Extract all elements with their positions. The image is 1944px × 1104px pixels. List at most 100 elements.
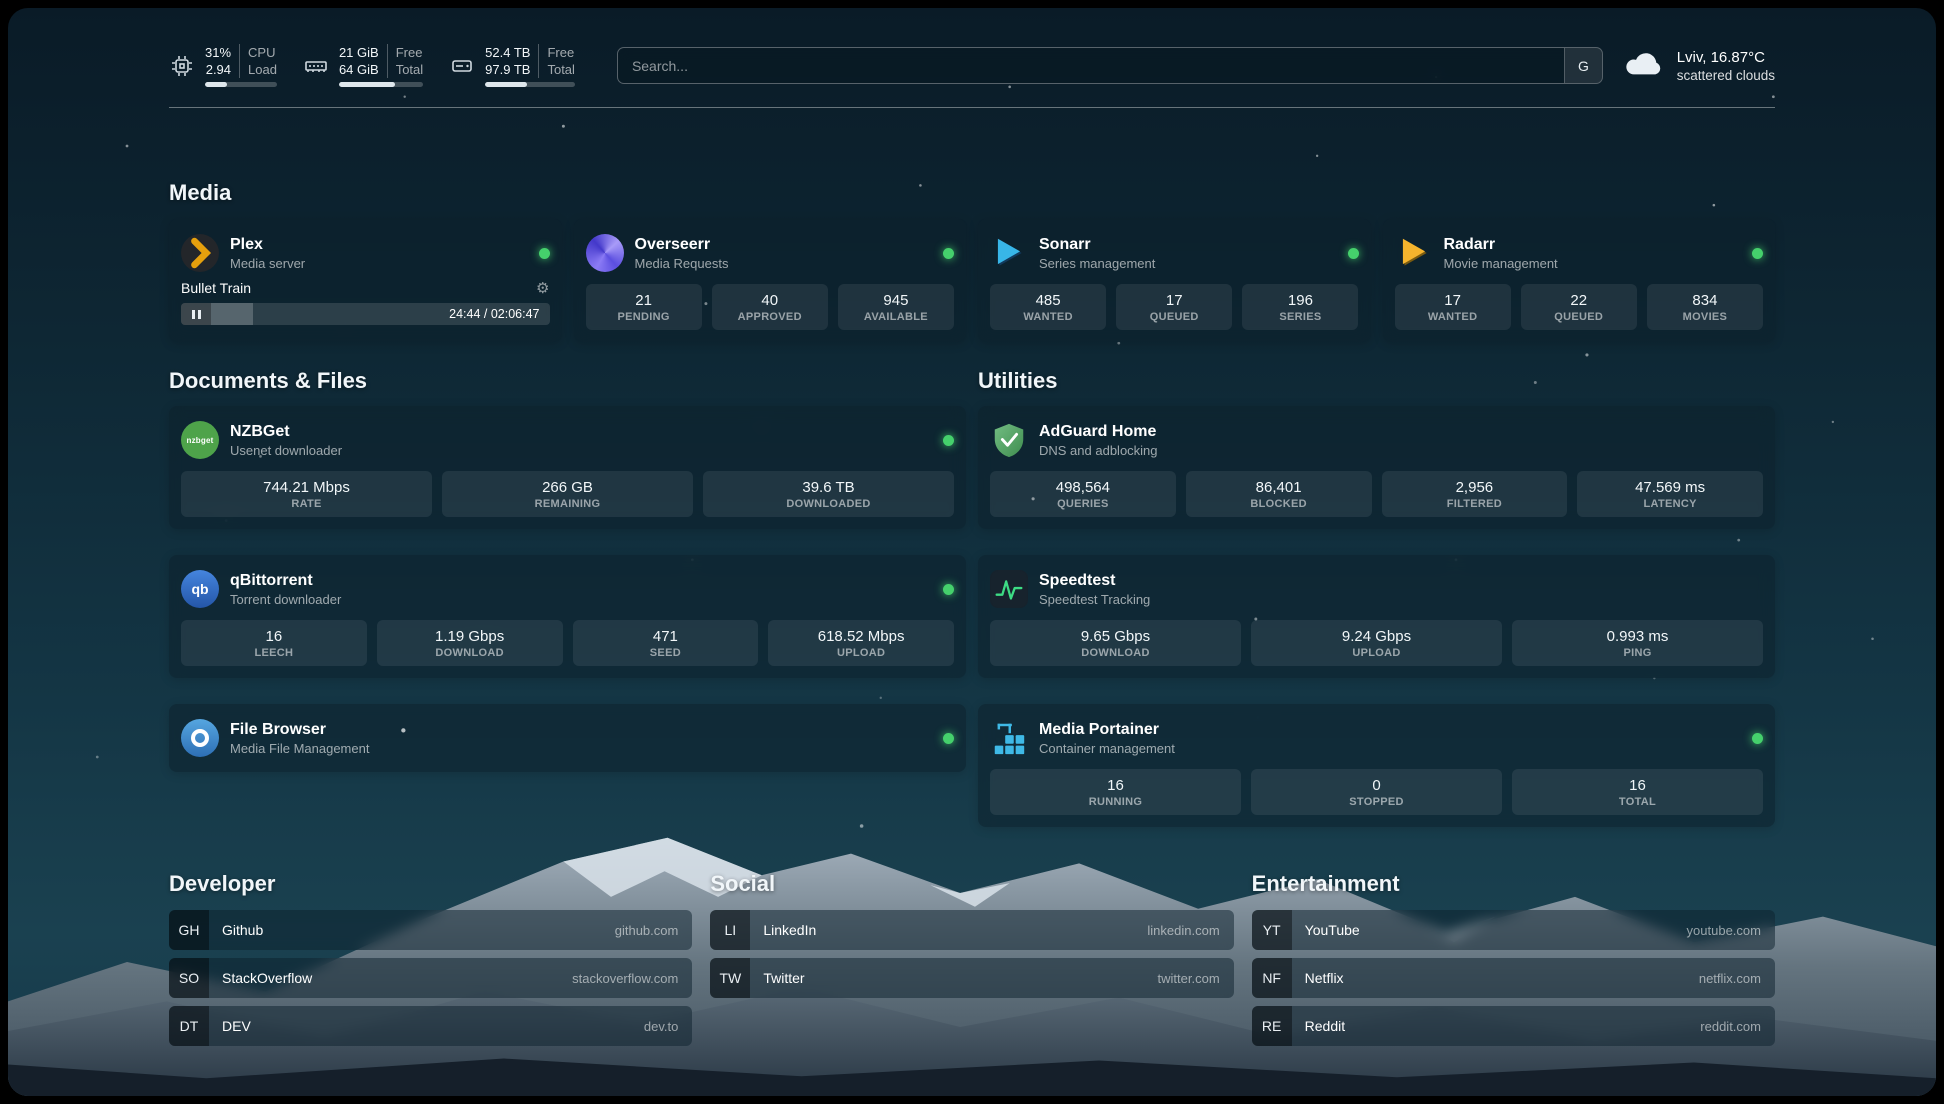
bookmark-stackoverflow[interactable]: SO StackOverflow stackoverflow.com (169, 958, 692, 998)
documents-column: Documents & Files nzbget NZBGet Usenet d… (169, 342, 966, 772)
service-desc: Series management (1039, 255, 1155, 272)
memory-total: 64 GiB (339, 61, 379, 78)
disk-total: 97.9 TB (485, 61, 530, 78)
stat-wanted: 17 WANTED (1395, 284, 1511, 330)
status-dot (539, 248, 550, 259)
stat-filtered: 2,956 FILTERED (1382, 471, 1568, 517)
playback-progress-bar[interactable]: 24:44 / 02:06:47 (181, 303, 550, 325)
weather-widget[interactable]: Lviv, 16.87°C scattered clouds (1623, 48, 1775, 84)
stat-remaining: 266 GB REMAINING (442, 471, 693, 517)
radarr-icon (1395, 234, 1433, 272)
now-playing-title: Bullet Train (181, 280, 251, 296)
service-desc: Usenet downloader (230, 442, 342, 459)
service-desc: Torrent downloader (230, 591, 341, 608)
service-name: Radarr (1444, 235, 1558, 255)
memory-progress-bar (339, 82, 423, 87)
gear-icon[interactable]: ⚙ (536, 279, 549, 297)
service-name: File Browser (230, 720, 369, 740)
stat-download: 1.19 Gbps DOWNLOAD (377, 620, 563, 666)
service-name: Overseerr (635, 235, 729, 255)
dev-abbr-icon: DT (169, 1006, 209, 1046)
adguard-shield-icon (990, 421, 1028, 459)
filebrowser-card[interactable]: File Browser Media File Management (169, 704, 966, 772)
search-input[interactable] (618, 48, 1564, 83)
stat-movies: 834 MOVIES (1647, 284, 1763, 330)
stat-stopped: 0 STOPPED (1251, 769, 1502, 815)
memory-icon (303, 53, 329, 79)
sonarr-icon (990, 234, 1028, 272)
stat-total: 16 TOTAL (1512, 769, 1763, 815)
nzbget-card[interactable]: nzbget NZBGet Usenet downloader 744.21 M… (169, 406, 966, 529)
bookmark-twitter[interactable]: TW Twitter twitter.com (710, 958, 1233, 998)
portainer-card[interactable]: Media Portainer Container management 16 … (978, 704, 1775, 827)
cpu-icon (169, 53, 195, 79)
bookmarks-developer: Developer GH Github github.com SO StackO… (169, 871, 692, 1054)
plex-card[interactable]: Plex Media server Bullet Train ⚙ 24:44 /… (169, 219, 562, 342)
status-dot (1752, 733, 1763, 744)
radarr-card[interactable]: Radarr Movie management 17 WANTED 22 QUE… (1383, 219, 1776, 342)
bookmark-netflix[interactable]: NF Netflix netflix.com (1252, 958, 1775, 998)
disk-progress-bar (485, 82, 575, 87)
media-grid: Plex Media server Bullet Train ⚙ 24:44 /… (169, 219, 1775, 342)
bookmark-reddit[interactable]: RE Reddit reddit.com (1252, 1006, 1775, 1046)
memory-widget: 21 GiB 64 GiB Free Total (303, 44, 423, 87)
stat-latency: 47.569 ms LATENCY (1577, 471, 1763, 517)
service-name: Media Portainer (1039, 720, 1175, 740)
cpu-label: CPU (248, 44, 277, 61)
memory-free: 21 GiB (339, 44, 379, 61)
cpu-progress-bar (205, 82, 277, 87)
stat-available: 945 AVAILABLE (838, 284, 954, 330)
weather-location-temp: Lviv, 16.87°C (1677, 48, 1775, 67)
filebrowser-icon (181, 719, 219, 757)
utilities-column: Utilities (978, 342, 1775, 827)
speedtest-card[interactable]: Speedtest Speedtest Tracking 9.65 Gbps D… (978, 555, 1775, 678)
stackoverflow-abbr-icon: SO (169, 958, 209, 998)
stat-series: 196 SERIES (1242, 284, 1358, 330)
section-title-entertainment: Entertainment (1252, 871, 1775, 897)
bookmark-youtube[interactable]: YT YouTube youtube.com (1252, 910, 1775, 950)
stat-downloaded: 39.6 TB DOWNLOADED (703, 471, 954, 517)
cpu-load: 2.94 (206, 61, 231, 78)
memory-total-label: Total (396, 61, 423, 78)
top-bar: 31% 2.94 CPU Load (169, 8, 1775, 87)
service-desc: Movie management (1444, 255, 1558, 272)
status-dot (943, 733, 954, 744)
header-divider (169, 107, 1775, 108)
stat-queries: 498,564 QUERIES (990, 471, 1176, 517)
qbittorrent-card[interactable]: qb qBittorrent Torrent downloader 16 LEE… (169, 555, 966, 678)
section-title-utilities: Utilities (978, 368, 1775, 394)
github-abbr-icon: GH (169, 910, 209, 950)
bookmarks-social: Social LI LinkedIn linkedin.com TW Twitt… (710, 871, 1233, 1054)
service-desc: Media server (230, 255, 305, 272)
adguard-card[interactable]: AdGuard Home DNS and adblocking 498,564 … (978, 406, 1775, 529)
service-desc: Media Requests (635, 255, 729, 272)
stat-approved: 40 APPROVED (712, 284, 828, 330)
bookmark-linkedin[interactable]: LI LinkedIn linkedin.com (710, 910, 1233, 950)
overseerr-icon (586, 234, 624, 272)
service-desc: Container management (1039, 740, 1175, 757)
pause-button[interactable] (181, 303, 211, 325)
service-name: Plex (230, 235, 305, 255)
search-provider-button[interactable]: G (1564, 48, 1602, 83)
netflix-abbr-icon: NF (1252, 958, 1292, 998)
speedtest-icon (990, 570, 1028, 608)
service-desc: Speedtest Tracking (1039, 591, 1150, 608)
service-desc: DNS and adblocking (1039, 442, 1158, 459)
status-dot (1752, 248, 1763, 259)
playback-time: 24:44 / 02:06:47 (449, 303, 539, 325)
disk-widget: 52.4 TB 97.9 TB Free Total (449, 44, 575, 87)
nzbget-icon: nzbget (181, 421, 219, 459)
qbittorrent-icon: qb (181, 570, 219, 608)
bookmark-dev[interactable]: DT DEV dev.to (169, 1006, 692, 1046)
sonarr-card[interactable]: Sonarr Series management 485 WANTED 17 Q… (978, 219, 1371, 342)
bookmark-github[interactable]: GH Github github.com (169, 910, 692, 950)
service-name: NZBGet (230, 422, 342, 442)
stat-leech: 16 LEECH (181, 620, 367, 666)
cpu-percent: 31% (205, 44, 231, 61)
twitter-abbr-icon: TW (710, 958, 750, 998)
stat-upload: 9.24 Gbps UPLOAD (1251, 620, 1502, 666)
overseerr-card[interactable]: Overseerr Media Requests 21 PENDING 40 A… (574, 219, 967, 342)
stat-rate: 744.21 Mbps RATE (181, 471, 432, 517)
stat-upload: 618.52 Mbps UPLOAD (768, 620, 954, 666)
search-bar: G (617, 47, 1603, 84)
